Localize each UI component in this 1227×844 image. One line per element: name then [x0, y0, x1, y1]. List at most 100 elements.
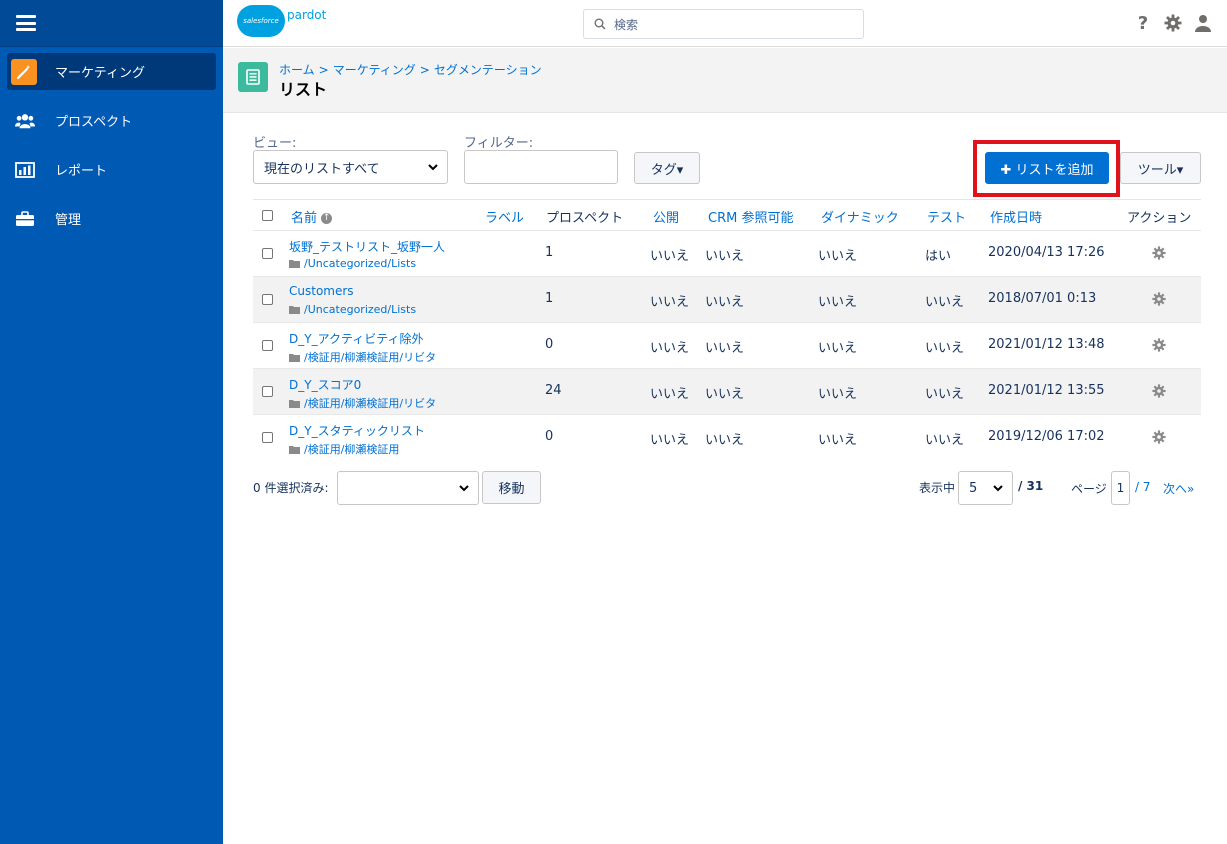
list-name-link[interactable]: Customers [289, 284, 354, 298]
pardot-logo-text: pardot [287, 8, 327, 22]
row-actions-gear-icon[interactable] [1152, 384, 1166, 398]
row-actions-gear-icon[interactable] [1152, 292, 1166, 306]
breadcrumb-home[interactable]: ホーム [279, 63, 315, 77]
table-row: Customers /Uncategorized/Lists 1 いいえ いいえ… [253, 276, 1201, 322]
sidebar-item-label: マーケティング [55, 66, 145, 81]
header-icons: ? [1133, 13, 1213, 34]
column-header-public[interactable]: 公開 [653, 207, 679, 226]
test-value: はい [925, 249, 952, 264]
chevron-down-icon [993, 485, 1003, 492]
column-header-label[interactable]: ラベル [485, 207, 524, 226]
public-value: いいえ [650, 295, 690, 310]
prospects-count: 1 [545, 291, 554, 306]
settings-gear-icon[interactable] [1163, 13, 1183, 33]
folder-icon [289, 306, 300, 314]
folder-path-link[interactable]: /検証用/柳瀬検証用/リビタ [289, 349, 436, 365]
sidebar-item-label: レポート [55, 164, 108, 179]
total-count: / 31 [1018, 479, 1044, 493]
test-value: いいえ [925, 387, 965, 402]
hamburger-menu-icon[interactable] [16, 15, 36, 31]
chevron-down-icon [459, 485, 469, 492]
folder-path-link[interactable]: /Uncategorized/Lists [289, 257, 416, 270]
row-actions-gear-icon[interactable] [1152, 246, 1166, 260]
move-button[interactable]: 移動 [482, 471, 541, 504]
magic-wand-icon [11, 58, 37, 85]
column-header-created[interactable]: 作成日時 [990, 207, 1042, 226]
selected-count-label: 0 件選択済み: [253, 481, 329, 495]
filter-input[interactable] [464, 150, 618, 184]
column-header-crm[interactable]: CRM 参照可能 [708, 207, 793, 226]
prospects-count: 1 [545, 245, 554, 260]
folder-icon [289, 353, 300, 362]
select-all-checkbox[interactable] [262, 210, 273, 221]
view-label: ビュー: [253, 136, 297, 151]
sidebar-item-admin[interactable]: 管理 [7, 200, 216, 237]
folder-path: /検証用/柳瀬検証用 [304, 443, 400, 456]
column-header-name-label: 名前 [291, 211, 318, 226]
page-size-select[interactable]: 5 [958, 471, 1013, 505]
public-value: いいえ [650, 341, 690, 356]
created-date: 2019/12/06 17:02 [988, 429, 1105, 444]
salesforce-pardot-logo[interactable]: salesforce pardot [237, 5, 326, 37]
row-checkbox[interactable] [262, 432, 273, 443]
page-header: ホーム > マーケティング > セグメンテーション リスト [223, 48, 1227, 113]
view-select-value: 現在のリストすべて [264, 161, 380, 177]
crm-value: いいえ [705, 249, 745, 264]
page-total: / 7 [1135, 480, 1151, 494]
breadcrumb-marketing[interactable]: マーケティング [333, 63, 416, 77]
top-header: salesforce pardot 検索 ? [223, 0, 1227, 47]
salesforce-cloud-logo: salesforce [237, 5, 285, 37]
row-actions-gear-icon[interactable] [1152, 430, 1166, 444]
test-value: いいえ [925, 433, 965, 448]
public-value: いいえ [650, 249, 690, 264]
crm-value: いいえ [705, 295, 745, 310]
folder-path-link[interactable]: /検証用/柳瀬検証用 [289, 441, 399, 457]
list-name-link[interactable]: 坂野_テストリスト_坂野一人 [289, 238, 445, 255]
next-page-link[interactable]: 次へ» [1163, 480, 1194, 497]
column-header-test[interactable]: テスト [927, 207, 966, 226]
sidebar: マーケティング プロスペクト レポート 管理 [0, 0, 223, 844]
row-actions-gear-icon[interactable] [1152, 338, 1166, 352]
sidebar-item-prospects[interactable]: プロスペクト [7, 102, 216, 139]
crm-value: いいえ [705, 387, 745, 402]
sidebar-item-reports[interactable]: レポート [7, 151, 216, 188]
view-select[interactable]: 現在のリストすべて [253, 150, 448, 184]
public-value: いいえ [650, 387, 690, 402]
breadcrumb-segmentation[interactable]: セグメンテーション [434, 63, 542, 77]
table-row: D_Y_アクティビティ除外 /検証用/柳瀬検証用/リビタ 0 いいえ いいえ い… [253, 322, 1201, 368]
row-checkbox[interactable] [262, 294, 273, 305]
row-checkbox[interactable] [262, 340, 273, 351]
help-icon[interactable]: ? [1133, 13, 1153, 34]
table-row: D_Y_スコア0 /検証用/柳瀬検証用/リビタ 24 いいえ いいえ いいえ い… [253, 368, 1201, 414]
sidebar-item-label: プロスペクト [55, 115, 133, 130]
tools-dropdown-button[interactable]: ツール▾ [1120, 152, 1201, 184]
dynamic-value: いいえ [818, 433, 858, 448]
lists-table: 名前 ↑ ラベル プロスペクト 公開 CRM 参照可能 ダイナミック テスト 作… [253, 199, 1201, 460]
column-header-name[interactable]: 名前 ↑ [291, 207, 333, 226]
prospects-count: 0 [545, 429, 554, 444]
dynamic-value: いいえ [818, 295, 858, 310]
display-label: 表示中 [919, 481, 956, 495]
crm-value: いいえ [705, 433, 745, 448]
chevron-down-icon [428, 164, 438, 171]
column-header-dynamic[interactable]: ダイナミック [821, 207, 899, 226]
created-date: 2020/04/13 17:26 [988, 245, 1105, 260]
search-input[interactable]: 検索 [583, 9, 864, 39]
list-name-link[interactable]: D_Y_アクティビティ除外 [289, 330, 424, 347]
list-name-link[interactable]: D_Y_スコア0 [289, 376, 361, 393]
bulk-action-select[interactable] [337, 471, 479, 505]
tag-dropdown-button[interactable]: タグ▾ [634, 152, 700, 184]
row-checkbox[interactable] [262, 386, 273, 397]
bar-chart-icon [15, 160, 35, 180]
user-profile-icon[interactable] [1193, 13, 1213, 33]
sidebar-item-label: 管理 [55, 213, 82, 228]
sidebar-item-marketing[interactable]: マーケティング [7, 53, 216, 90]
list-icon [238, 62, 268, 92]
row-checkbox[interactable] [262, 248, 273, 259]
test-value: いいえ [925, 295, 965, 310]
page-number-input[interactable]: 1 [1111, 471, 1130, 505]
table-row: 坂野_テストリスト_坂野一人 /Uncategorized/Lists 1 いい… [253, 230, 1201, 276]
folder-path-link[interactable]: /検証用/柳瀬検証用/リビタ [289, 395, 436, 411]
folder-path-link[interactable]: /Uncategorized/Lists [289, 303, 416, 316]
list-name-link[interactable]: D_Y_スタティックリスト [289, 422, 425, 439]
